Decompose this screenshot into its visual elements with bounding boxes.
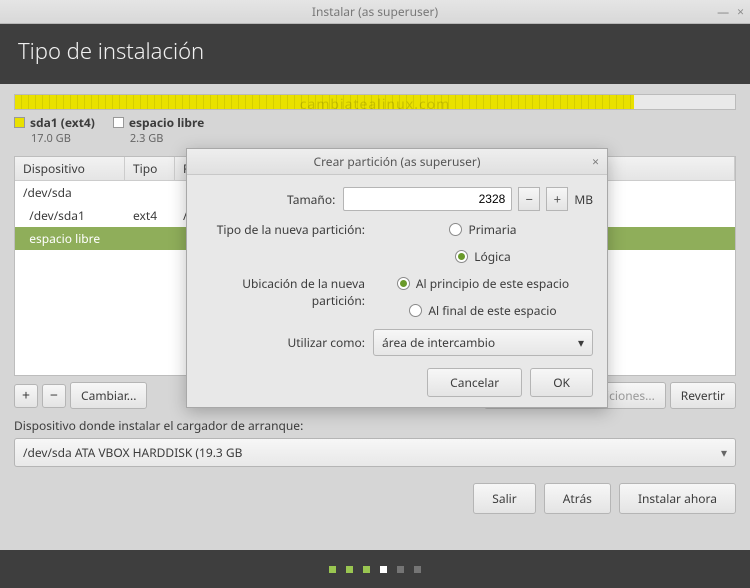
legend-label: sda1 (ext4) (30, 114, 95, 131)
create-partition-dialog: Crear partición (as superuser) × Tamaño:… (186, 148, 608, 408)
step-dot (363, 566, 370, 573)
wizard-actions: Salir Atrás Instalar ahora (14, 483, 736, 514)
size-decrement-button[interactable]: − (518, 187, 540, 211)
size-input[interactable] (343, 187, 512, 211)
close-icon[interactable]: × (737, 3, 744, 20)
page-title: Tipo de instalación (18, 36, 204, 66)
back-button[interactable]: Atrás (544, 483, 611, 514)
radio-icon (449, 223, 462, 236)
type-label: Tipo de la nueva partición: (201, 221, 373, 238)
legend-item-free: espacio libre 2.3 GB (113, 114, 204, 146)
radio-icon (397, 277, 410, 290)
bootloader-label: Dispositivo donde instalar el cargador d… (14, 417, 736, 434)
change-partition-button[interactable]: Cambiar... (70, 382, 147, 409)
ok-button[interactable]: OK (530, 368, 593, 397)
step-dot (329, 566, 336, 573)
legend-size: 2.3 GB (130, 131, 204, 146)
dialog-titlebar: Crear partición (as superuser) × (187, 149, 607, 175)
use-as-select[interactable]: área de intercambio ▾ (373, 329, 593, 356)
disk-legend: sda1 (ext4) 17.0 GB espacio libre 2.3 GB (14, 114, 736, 146)
cancel-button[interactable]: Cancelar (427, 368, 522, 397)
step-dot (397, 566, 404, 573)
chevron-down-icon: ▾ (578, 334, 584, 351)
window-titlebar: Instalar (as superuser) — × (0, 0, 750, 24)
remove-partition-button[interactable]: − (42, 384, 66, 408)
legend-swatch-icon (113, 117, 124, 128)
radio-icon (455, 250, 468, 263)
col-device[interactable]: Dispositivo (15, 157, 125, 180)
radio-logical[interactable]: Lógica (455, 248, 511, 265)
legend-size: 17.0 GB (31, 131, 95, 146)
radio-loc-end[interactable]: Al final de este espacio (409, 302, 556, 319)
step-dot (346, 566, 353, 573)
radio-loc-begin[interactable]: Al principio de este espacio (397, 275, 569, 292)
col-type[interactable]: Tipo (125, 157, 175, 180)
size-label: Tamaño: (201, 191, 343, 208)
size-increment-button[interactable]: + (546, 187, 568, 211)
bootloader-select[interactable]: /dev/sda ATA VBOX HARDDISK (19.3 GB ▾ (14, 438, 736, 467)
use-as-value: área de intercambio (382, 334, 495, 351)
step-dot-current (380, 566, 387, 573)
add-partition-button[interactable]: + (14, 384, 38, 408)
use-as-label: Utilizar como: (201, 334, 373, 351)
legend-swatch-icon (14, 117, 25, 128)
disk-segment-free[interactable] (634, 95, 735, 109)
legend-label: espacio libre (129, 114, 204, 131)
progress-dots (0, 550, 750, 588)
step-dot (414, 566, 421, 573)
chevron-down-icon: ▾ (721, 444, 727, 461)
dialog-title: Crear partición (as superuser) (314, 153, 481, 170)
location-label: Ubicación de la nueva partición: (201, 275, 373, 309)
install-now-button[interactable]: Instalar ahora (619, 483, 736, 514)
close-icon[interactable]: × (592, 153, 599, 170)
disk-segment-sda1[interactable] (15, 95, 634, 109)
size-unit: MB (574, 191, 593, 208)
radio-icon (409, 304, 422, 317)
quit-button[interactable]: Salir (473, 483, 535, 514)
disk-usage-bar: cambiatealinux.com (14, 94, 736, 110)
revert-button[interactable]: Revertir (670, 382, 736, 409)
window-title: Instalar (as superuser) (312, 3, 438, 20)
legend-item-sda1: sda1 (ext4) 17.0 GB (14, 114, 95, 146)
radio-primary[interactable]: Primaria (449, 221, 516, 238)
minimize-icon[interactable]: — (717, 3, 729, 20)
page-header: Tipo de instalación (0, 24, 750, 84)
bootloader-value: /dev/sda ATA VBOX HARDDISK (19.3 GB (23, 444, 242, 461)
